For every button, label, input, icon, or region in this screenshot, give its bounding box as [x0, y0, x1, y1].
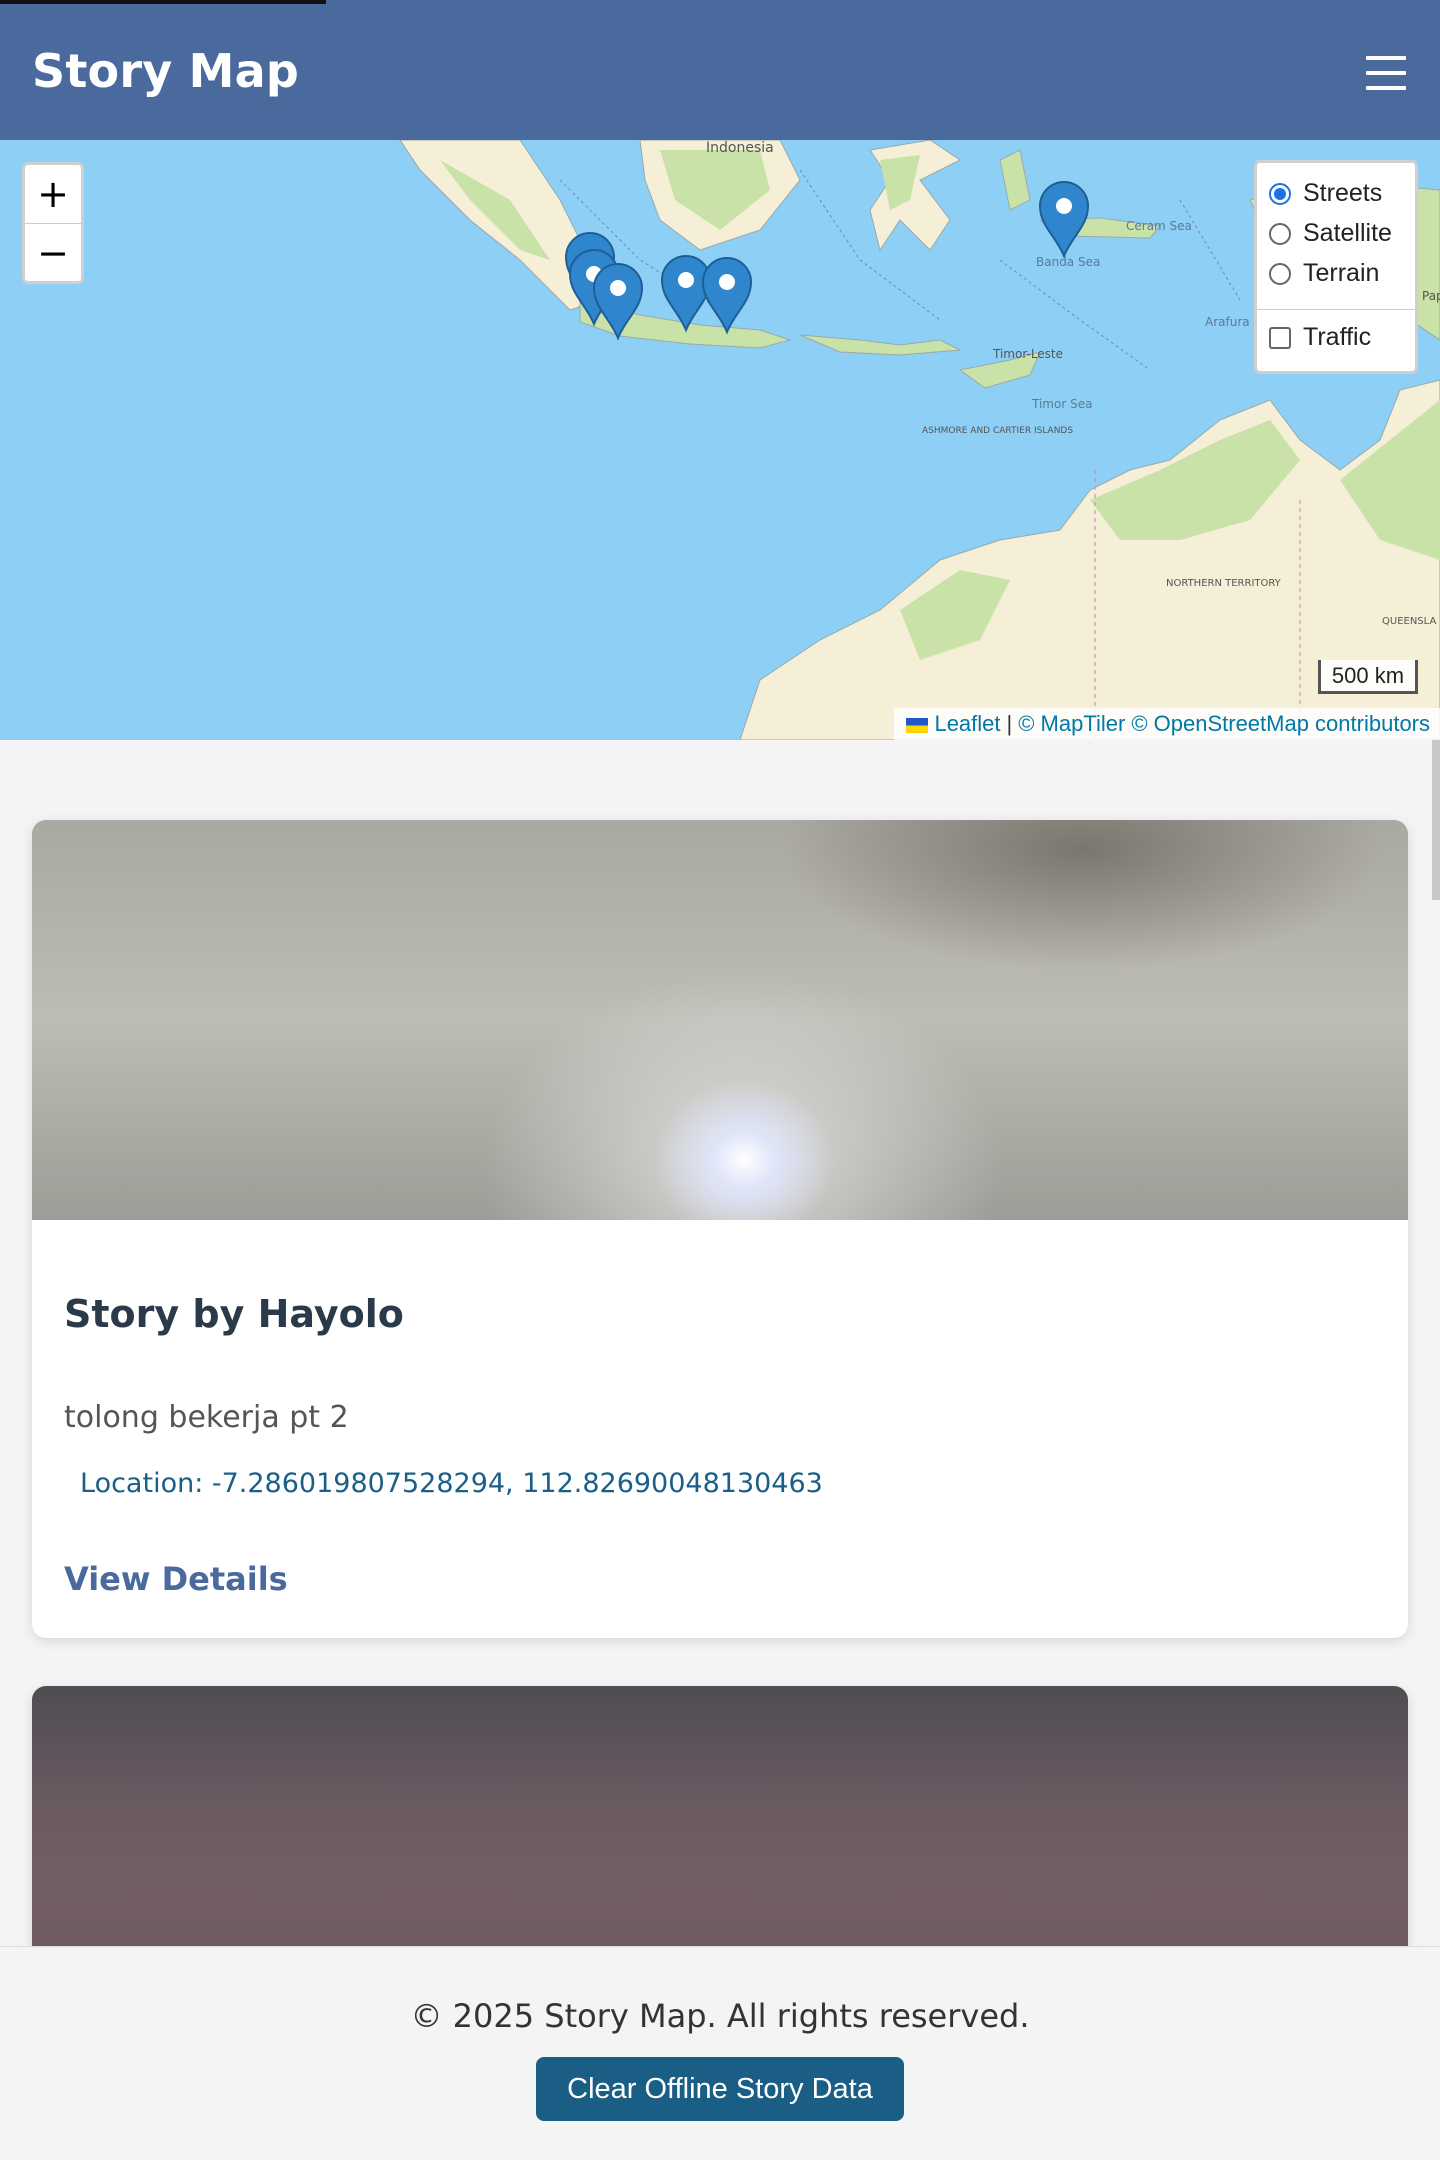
map-pin-icon [660, 255, 712, 333]
page-footer: © 2025 Story Map. All rights reserved. C… [0, 1946, 1440, 2160]
layer-control-divider [1257, 309, 1415, 310]
map-label-indonesia: Indonesia [706, 140, 774, 156]
story-photo [32, 1686, 1408, 1986]
svg-text:Timor Sea: Timor Sea [1031, 397, 1092, 411]
story-photo [32, 820, 1408, 1220]
layer-option-label: Traffic [1303, 323, 1372, 351]
radio-icon[interactable] [1269, 262, 1291, 285]
svg-text:Ceram Sea: Ceram Sea [1126, 219, 1192, 233]
zoom-control: + − [22, 162, 84, 284]
checkbox-icon[interactable] [1269, 326, 1291, 349]
layer-option-satellite[interactable]: Satellite [1269, 219, 1392, 248]
layer-option-label: Satellite [1303, 219, 1392, 247]
map-pin-icon [1038, 181, 1090, 259]
app-title[interactable]: Story Map [32, 44, 299, 98]
radio-icon[interactable] [1269, 222, 1291, 245]
osm-link[interactable]: © OpenStreetMap contributors [1131, 711, 1430, 737]
svg-text:QUEENSLA: QUEENSLA [1382, 616, 1436, 627]
story-description: tolong bekerja pt 2 [64, 1400, 349, 1435]
layer-option-label: Streets [1303, 179, 1383, 207]
svg-text:NORTHERN TERRITORY: NORTHERN TERRITORY [1166, 578, 1282, 589]
ukraine-flag-icon [906, 717, 929, 733]
layer-option-streets[interactable]: Streets [1269, 179, 1382, 208]
zoom-in-button[interactable]: + [25, 165, 81, 223]
attribution-separator: | [1006, 711, 1013, 736]
map-pin-icon [701, 257, 753, 335]
view-details-link[interactable]: View Details [64, 1560, 288, 1598]
story-card: Story by Hayolo tolong bekerja pt 2 Loca… [32, 820, 1408, 1638]
layer-option-label: Terrain [1303, 259, 1380, 287]
radio-selected-icon[interactable] [1269, 182, 1291, 205]
app-header: Story Map [0, 0, 1440, 140]
map-attribution: Leaflet | © MapTiler © OpenStreetMap con… [894, 708, 1440, 740]
layer-control: Streets Satellite Terrain Traffic [1254, 160, 1418, 374]
story-card [32, 1686, 1408, 1986]
svg-text:Timor-Leste: Timor-Leste [992, 347, 1063, 361]
story-location: Location: -7.286019807528294, 112.826900… [80, 1468, 823, 1499]
story-title: Story by Hayolo [64, 1292, 404, 1336]
maptiler-link[interactable]: © MapTiler [1018, 711, 1125, 737]
clear-offline-data-button[interactable]: Clear Offline Story Data [536, 2057, 904, 2121]
layer-option-traffic[interactable]: Traffic [1269, 323, 1371, 352]
map-tiles: Indonesia Banda Sea Ceram Sea Arafura Se… [399, 140, 1440, 740]
story-map[interactable]: Indonesia Banda Sea Ceram Sea Arafura Se… [0, 140, 1440, 740]
zoom-out-button[interactable]: − [25, 223, 81, 281]
page-load-progress-bar [0, 0, 326, 4]
hamburger-menu-icon[interactable] [1366, 54, 1406, 92]
svg-text:Banda Sea: Banda Sea [1036, 255, 1100, 269]
copyright-text: © 2025 Story Map. All rights reserved. [410, 1997, 1030, 2035]
layer-option-terrain[interactable]: Terrain [1269, 259, 1379, 288]
svg-text:ASHMORE AND CARTIER ISLANDS: ASHMORE AND CARTIER ISLANDS [922, 426, 1073, 436]
leaflet-link[interactable]: Leaflet [906, 711, 1001, 737]
svg-text:Papu Gu: Papu Gu [1422, 289, 1440, 303]
map-scale: 500 km [1318, 660, 1418, 694]
scrollbar-thumb[interactable] [1432, 740, 1440, 900]
